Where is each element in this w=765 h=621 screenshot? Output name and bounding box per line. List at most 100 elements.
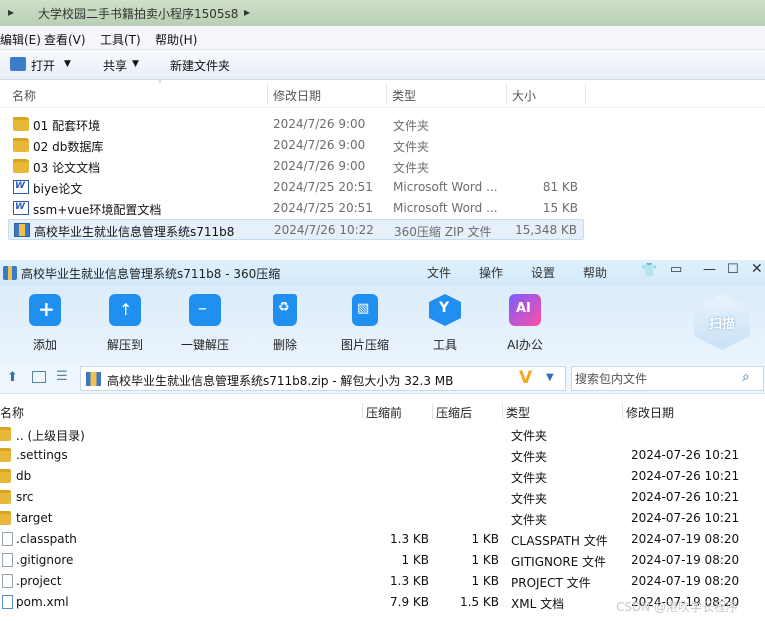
- entry-size-before: 1.3 KB: [390, 574, 429, 588]
- add-button[interactable]: + 添加: [15, 294, 75, 353]
- archive-row[interactable]: .. (上级目录) 文件夹: [0, 424, 765, 445]
- column-divider[interactable]: [362, 403, 363, 419]
- scan-button[interactable]: 扫描: [694, 294, 750, 350]
- one-click-extract-icon: –: [189, 294, 221, 326]
- archive-row[interactable]: .classpath 1.3 KB 1 KB CLASSPATH 文件 2024-07-…: [0, 529, 765, 550]
- menu-help[interactable]: 帮助(H): [155, 31, 197, 48]
- column-type[interactable]: 类型: [506, 404, 530, 421]
- recycle-bin-icon: ♻: [273, 294, 297, 326]
- list-view-icon[interactable]: ☰: [56, 369, 68, 384]
- file-row[interactable]: 03 论文文档 2024/7/26 9:00 文件夹: [8, 156, 584, 177]
- column-divider[interactable]: [502, 403, 503, 419]
- column-size[interactable]: 大小: [512, 87, 536, 104]
- folder-icon: [13, 138, 29, 152]
- chevron-down-icon[interactable]: ▼: [132, 59, 139, 69]
- one-click-extract-button[interactable]: – 一键解压: [175, 294, 235, 353]
- menu-tools[interactable]: 工具(T): [100, 31, 141, 48]
- file-icon: [2, 574, 13, 588]
- file-row[interactable]: 02 db数据库 2024/7/26 9:00 文件夹: [8, 135, 584, 156]
- file-row[interactable]: 高校毕业生就业信息管理系统s711b8 2024/7/26 10:22 360压缩 …: [8, 219, 584, 240]
- menu-edit[interactable]: 编辑(E): [0, 31, 41, 48]
- tools-button[interactable]: Y 工具: [415, 294, 475, 353]
- menu-file[interactable]: 文件: [427, 264, 451, 281]
- file-name: ssm+vue环境配置文档: [33, 203, 162, 217]
- column-name[interactable]: 名称: [0, 404, 24, 421]
- column-divider[interactable]: [386, 84, 387, 104]
- app-icon: [3, 266, 17, 280]
- archive-row[interactable]: .gitignore 1 KB 1 KB GITIGNORE 文件 2024-07-19…: [0, 550, 765, 571]
- entry-size-before: 1 KB: [401, 553, 429, 567]
- menu-help[interactable]: 帮助: [583, 264, 607, 281]
- column-type[interactable]: 类型: [392, 87, 416, 104]
- open-button[interactable]: 打开: [31, 57, 55, 74]
- chevron-right-icon[interactable]: ▸: [244, 5, 250, 19]
- column-divider[interactable]: [506, 84, 507, 104]
- menu-settings[interactable]: 设置: [531, 264, 555, 281]
- archive-row[interactable]: .project 1.3 KB 1 KB PROJECT 文件 2024-07-19 0…: [0, 571, 765, 592]
- tools-label: 工具: [432, 338, 457, 352]
- archive-row[interactable]: src 文件夹 2024-07-26 10:21: [0, 487, 765, 508]
- feedback-icon[interactable]: ▭: [670, 262, 682, 277]
- menu-operate[interactable]: 操作: [479, 264, 503, 281]
- archive-path-text: 高校毕业生就业信息管理系统s711b8.zip - 解包大小为 32.3 MB: [107, 374, 454, 388]
- file-type: 360压缩 ZIP 文件: [394, 225, 492, 239]
- new-folder-button[interactable]: 新建文件夹: [170, 57, 230, 74]
- skin-shirt-icon[interactable]: 👕: [641, 263, 657, 278]
- file-date: 2024/7/26 9:00: [273, 138, 366, 152]
- zip-archive-icon: [86, 372, 101, 386]
- close-icon[interactable]: ✕: [751, 261, 763, 277]
- thumbnail-view-icon[interactable]: [32, 371, 46, 383]
- entry-date: 2024-07-19 08:20: [631, 574, 740, 588]
- folder-icon: [13, 117, 29, 131]
- column-date[interactable]: 修改日期: [273, 87, 321, 104]
- up-arrow-icon[interactable]: ⬆: [7, 370, 18, 385]
- folder-icon: [0, 490, 11, 504]
- file-row[interactable]: ssm+vue环境配置文档 2024/7/25 20:51 Microsoft Wo…: [8, 198, 584, 219]
- column-compressed[interactable]: 压缩前: [366, 404, 402, 421]
- delete-button[interactable]: ♻ 删除: [255, 294, 315, 353]
- add-label: 添加: [32, 338, 57, 352]
- ai-office-button[interactable]: AI AI办公: [495, 294, 555, 353]
- column-divider[interactable]: [432, 403, 433, 419]
- column-divider[interactable]: [622, 403, 623, 419]
- entry-date: 2024-07-26 10:21: [631, 490, 740, 504]
- chevron-right-icon[interactable]: ▸: [8, 5, 14, 19]
- ai-office-label: AI办公: [507, 338, 543, 352]
- archive-row[interactable]: .settings 文件夹 2024-07-26 10:21: [0, 445, 765, 466]
- xml-file-icon: [2, 595, 13, 609]
- entry-type: 文件夹: [511, 450, 548, 464]
- file-name: 03 论文文档: [33, 161, 101, 175]
- file-type: 文件夹: [393, 161, 430, 175]
- archive-row[interactable]: target 文件夹 2024-07-26 10:21: [0, 508, 765, 529]
- column-divider[interactable]: [267, 84, 268, 104]
- zip-column-header: 名称 压缩前 压缩后 类型 修改日期: [0, 400, 765, 422]
- share-button[interactable]: 共享: [103, 57, 127, 74]
- maximize-icon[interactable]: ☐: [727, 262, 739, 277]
- file-row[interactable]: 01 配套环境 2024/7/26 9:00 文件夹: [8, 114, 584, 135]
- file-date: 2024/7/25 20:51: [273, 180, 373, 194]
- file-size: 15 KB: [542, 201, 578, 215]
- menu-view[interactable]: 查看(V): [44, 31, 86, 48]
- archive-row[interactable]: db 文件夹 2024-07-26 10:21: [0, 466, 765, 487]
- file-date: 2024/7/26 10:22: [274, 223, 374, 237]
- breadcrumb-current-folder[interactable]: 大学校园二手书籍拍卖小程序1505s8: [38, 5, 238, 22]
- image-compress-button[interactable]: ▧ 图片压缩: [335, 294, 395, 353]
- entry-name: pom.xml: [16, 595, 69, 609]
- v-brand-icon[interactable]: V: [519, 368, 532, 388]
- search-icon[interactable]: ⌕: [742, 369, 750, 385]
- entry-date: 2024-07-19 08:20: [631, 532, 740, 546]
- minimize-icon[interactable]: —: [703, 262, 716, 277]
- chevron-down-icon[interactable]: ▼: [546, 372, 554, 383]
- search-field[interactable]: ⌕: [571, 366, 764, 391]
- column-name[interactable]: 名称: [12, 87, 36, 104]
- file-row[interactable]: biye论文 2024/7/25 20:51 Microsoft Word ... 8…: [8, 177, 584, 198]
- column-date[interactable]: 修改日期: [626, 404, 674, 421]
- delete-label: 删除: [272, 338, 297, 352]
- extract-to-button[interactable]: ↑ 解压到: [95, 294, 155, 353]
- chevron-down-icon[interactable]: ▼: [64, 59, 71, 69]
- column-divider[interactable]: [585, 84, 586, 104]
- search-input[interactable]: [575, 370, 735, 388]
- archive-path-field[interactable]: 高校毕业生就业信息管理系统s711b8.zip - 解包大小为 32.3 MB …: [80, 366, 566, 391]
- column-packed[interactable]: 压缩后: [436, 404, 472, 421]
- file-date: 2024/7/26 9:00: [273, 159, 366, 173]
